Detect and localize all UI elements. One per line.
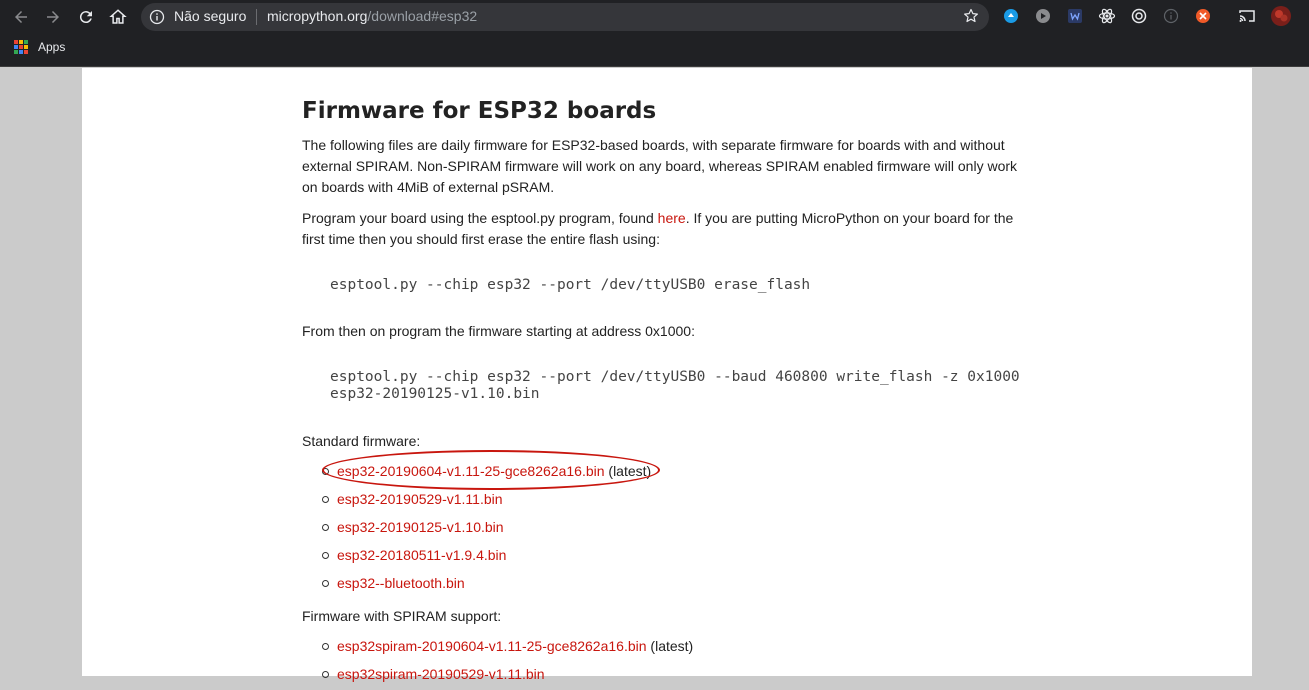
extension-orange-icon[interactable] bbox=[1194, 7, 1212, 25]
program-text-before: Program your board using the esptool.py … bbox=[302, 210, 658, 226]
firmware-link[interactable]: esp32-20190529-v1.11.bin bbox=[337, 491, 503, 507]
apps-grid-icon[interactable] bbox=[14, 40, 28, 54]
list-item: esp32-20190604-v1.11-25-gce8262a16.bin (… bbox=[302, 459, 651, 487]
list-item: esp32spiram-20190529-v1.11.bin bbox=[302, 662, 693, 690]
reload-icon[interactable] bbox=[74, 5, 98, 29]
url-text[interactable]: micropython.org/download#esp32 bbox=[267, 8, 477, 24]
bullet-icon bbox=[322, 580, 329, 587]
firmware-link[interactable]: esp32-20190604-v1.11-25-gce8262a16.bin bbox=[337, 463, 605, 479]
spiram-firmware-label: Firmware with SPIRAM support: bbox=[302, 608, 502, 624]
home-icon[interactable] bbox=[106, 5, 130, 29]
info-icon[interactable] bbox=[149, 9, 165, 25]
firmware-link[interactable]: esp32-20180511-v1.9.4.bin bbox=[337, 547, 506, 563]
apps-bookmark[interactable]: Apps bbox=[38, 40, 65, 54]
star-icon[interactable] bbox=[963, 8, 979, 24]
firmware-link[interactable]: esp32--bluetooth.bin bbox=[337, 575, 465, 591]
bullet-icon bbox=[322, 552, 329, 559]
list-item: esp32-20180511-v1.9.4.bin bbox=[302, 543, 651, 571]
extension-blue-icon[interactable] bbox=[1002, 7, 1020, 25]
bookmarks-bar: Apps bbox=[0, 33, 1309, 67]
page-body: Firmware for ESP32 boards The following … bbox=[82, 68, 1252, 682]
extension-target-icon[interactable] bbox=[1130, 7, 1148, 25]
list-item: esp32-20190529-v1.11.bin bbox=[302, 487, 651, 515]
back-arrow-icon[interactable] bbox=[9, 5, 33, 29]
forward-arrow-icon[interactable] bbox=[41, 5, 65, 29]
bullet-icon bbox=[322, 671, 329, 678]
write-command-line2: esp32-20190125-v1.10.bin bbox=[330, 386, 540, 402]
program-paragraph: Program your board using the esptool.py … bbox=[302, 208, 1032, 250]
omnibox-divider bbox=[256, 9, 257, 25]
extension-info-disabled-icon[interactable] bbox=[1162, 7, 1180, 25]
firmware-link[interactable]: esp32-20190125-v1.10.bin bbox=[337, 519, 504, 535]
firmware-link[interactable]: esp32spiram-20190604-v1.11-25-gce8262a16… bbox=[337, 638, 647, 654]
cast-icon[interactable] bbox=[1238, 7, 1256, 25]
url-path: /download#esp32 bbox=[367, 8, 478, 24]
latest-tag: (latest) bbox=[604, 463, 652, 479]
standard-firmware-list: esp32-20190604-v1.11-25-gce8262a16.bin (… bbox=[302, 459, 651, 599]
profile-avatar-icon[interactable] bbox=[1271, 6, 1291, 26]
bullet-icon bbox=[322, 524, 329, 531]
page-title: Firmware for ESP32 boards bbox=[302, 98, 657, 124]
latest-tag: (latest) bbox=[646, 638, 694, 654]
bullet-icon bbox=[322, 468, 329, 475]
firmware-link[interactable]: esp32spiram-20190529-v1.11.bin bbox=[337, 666, 545, 682]
browser-toolbar: Não seguro micropython.org/download#esp3… bbox=[0, 0, 1309, 33]
from-then-paragraph: From then on program the firmware starti… bbox=[302, 323, 695, 339]
url-domain: micropython.org bbox=[267, 8, 368, 24]
extension-w-icon[interactable] bbox=[1066, 7, 1084, 25]
intro-paragraph: The following files are daily firmware f… bbox=[302, 137, 1018, 195]
esptool-link[interactable]: here bbox=[658, 210, 686, 226]
spiram-firmware-list: esp32spiram-20190604-v1.11-25-gce8262a16… bbox=[302, 634, 693, 690]
bullet-icon bbox=[322, 643, 329, 650]
list-item: esp32--bluetooth.bin bbox=[302, 571, 651, 599]
list-item: esp32spiram-20190604-v1.11-25-gce8262a16… bbox=[302, 634, 693, 662]
address-bar[interactable]: Não seguro micropython.org/download#esp3… bbox=[141, 3, 989, 31]
erase-command: esptool.py --chip esp32 --port /dev/ttyU… bbox=[330, 277, 811, 293]
extension-react-icon[interactable] bbox=[1098, 7, 1116, 25]
list-item: esp32-20190125-v1.10.bin bbox=[302, 515, 651, 543]
standard-firmware-label: Standard firmware: bbox=[302, 433, 421, 449]
security-label[interactable]: Não seguro bbox=[174, 8, 246, 24]
write-command-line1: esptool.py --chip esp32 --port /dev/ttyU… bbox=[330, 369, 1020, 385]
bullet-icon bbox=[322, 496, 329, 503]
extension-chat-icon[interactable] bbox=[1034, 7, 1052, 25]
